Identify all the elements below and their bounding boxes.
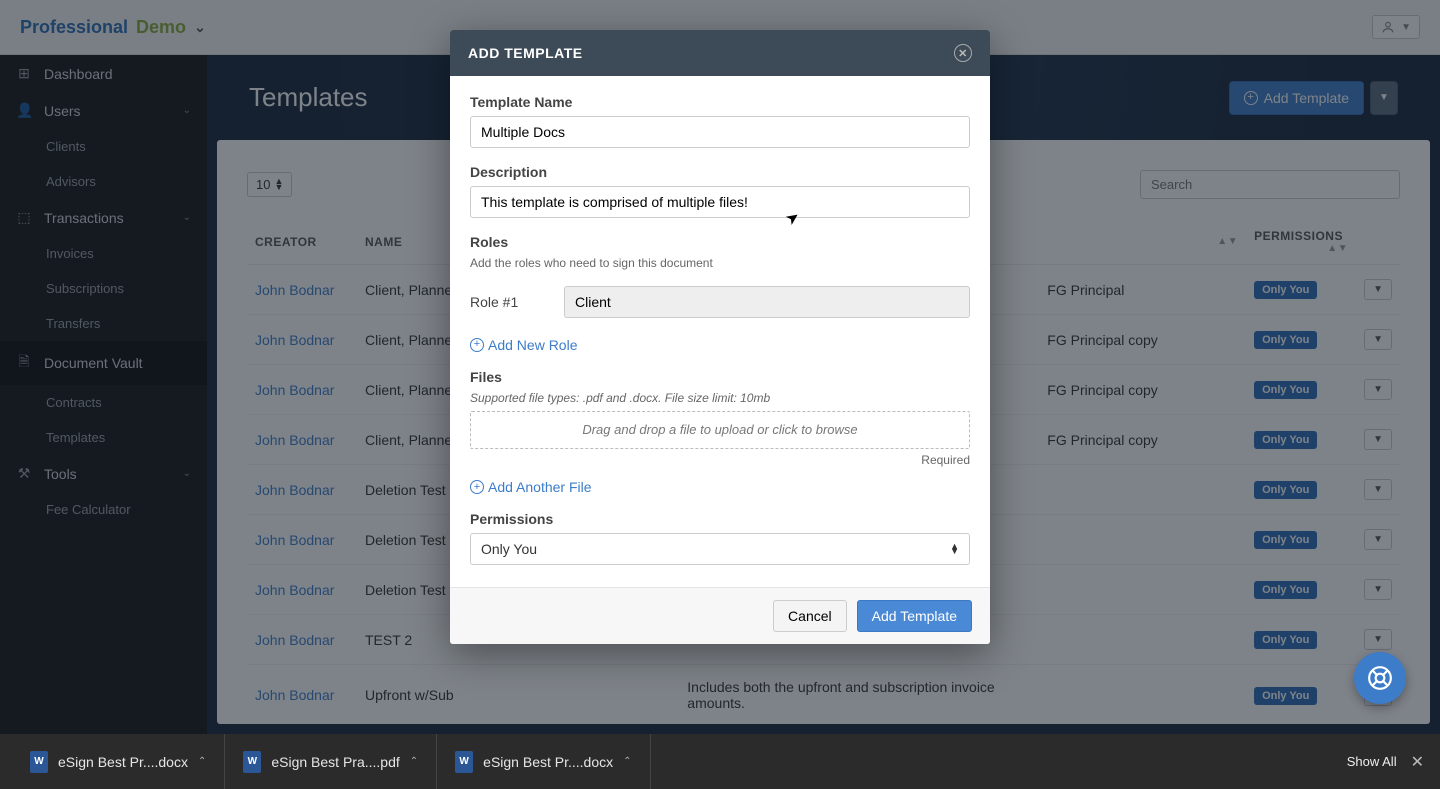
required-label: Required [470,453,970,467]
role-1-label: Role #1 [470,294,550,310]
download-item[interactable]: eSign Best Pr....docx ⌃ [12,734,225,789]
download-filename: eSign Best Pr....docx [483,754,613,770]
select-arrows-icon: ▲▼ [950,544,959,555]
chevron-up-icon[interactable]: ⌃ [198,756,206,767]
description-label: Description [470,164,970,180]
help-button[interactable] [1354,652,1406,704]
files-sublabel: Supported file types: .pdf and .docx. Fi… [470,391,970,405]
permissions-value: Only You [481,541,537,557]
roles-sublabel: Add the roles who need to sign this docu… [470,256,970,270]
docx-file-icon [30,751,48,773]
permissions-select[interactable]: Only You ▲▼ [470,533,970,565]
chevron-up-icon[interactable]: ⌃ [410,756,418,767]
cancel-button[interactable]: Cancel [773,600,847,632]
download-item[interactable]: eSign Best Pra....pdf ⌃ [225,734,437,789]
downloads-bar: eSign Best Pr....docx ⌃ eSign Best Pra..… [0,734,1440,789]
download-item[interactable]: eSign Best Pr....docx ⌃ [437,734,650,789]
docx-file-icon [455,751,473,773]
chevron-up-icon[interactable]: ⌃ [623,756,631,767]
show-all-link[interactable]: Show All [1347,754,1397,769]
template-name-label: Template Name [470,94,970,110]
modal-title: ADD TEMPLATE [468,45,583,61]
lifebuoy-icon [1367,665,1393,691]
template-name-input[interactable] [470,116,970,148]
modal-header: ADD TEMPLATE ✕ [450,30,990,76]
files-label: Files [470,369,970,385]
pdf-file-icon [243,751,261,773]
roles-label: Roles [470,234,970,250]
close-icon[interactable]: ✕ [954,44,972,62]
add-template-modal: ADD TEMPLATE ✕ Template Name Description… [450,30,990,644]
permissions-label: Permissions [470,511,970,527]
description-input[interactable] [470,186,970,218]
add-another-file-link[interactable]: + Add Another File [470,479,592,495]
role-1-input[interactable] [564,286,970,318]
download-filename: eSign Best Pra....pdf [271,754,399,770]
add-new-role-link[interactable]: + Add New Role [470,337,578,353]
plus-icon: + [470,480,484,494]
close-downloads-icon[interactable]: ✕ [1411,752,1424,772]
submit-add-template-button[interactable]: Add Template [857,600,972,632]
download-filename: eSign Best Pr....docx [58,754,188,770]
plus-icon: + [470,338,484,352]
file-dropzone[interactable]: Drag and drop a file to upload or click … [470,411,970,449]
